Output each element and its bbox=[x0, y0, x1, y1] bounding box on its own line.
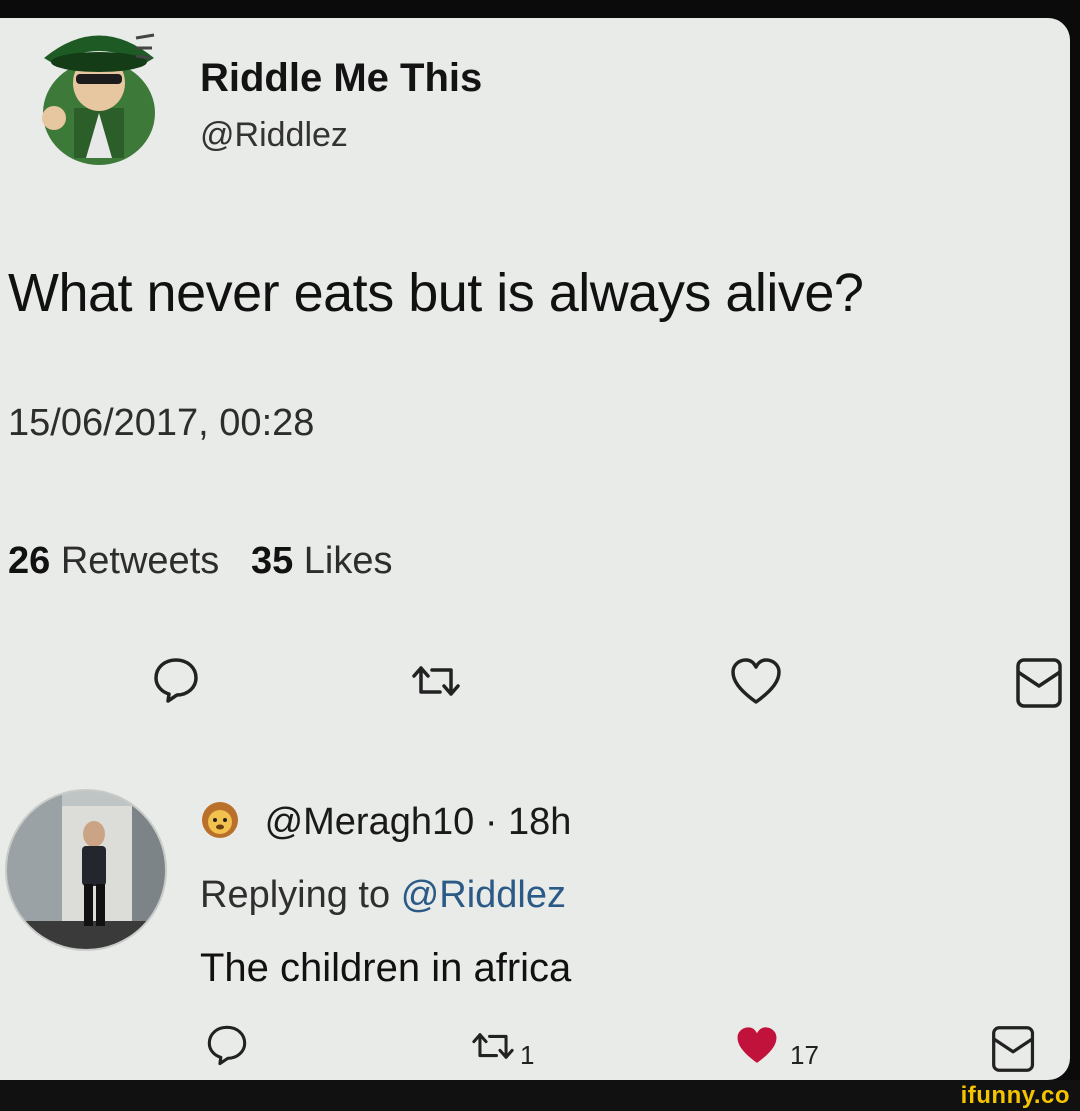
message-icon bbox=[992, 1026, 1035, 1072]
reply-handle[interactable]: @Meragh10 bbox=[265, 801, 475, 843]
watermark-bar bbox=[0, 1080, 1080, 1111]
replying-to-link[interactable]: @Riddlez bbox=[401, 874, 566, 916]
tweet-stats: 26 Retweets 35 Likes bbox=[8, 540, 393, 583]
tweet-text: What never eats but is always alive? bbox=[8, 263, 864, 323]
reply-retweet-button[interactable] bbox=[468, 1026, 518, 1066]
likes-count[interactable]: 35 bbox=[251, 540, 293, 582]
reply-avatar[interactable] bbox=[2, 786, 170, 959]
retweet-icon bbox=[472, 1033, 514, 1059]
tweet-card: Riddle Me This @Riddlez What never eats … bbox=[0, 18, 1070, 1080]
message-icon bbox=[1016, 658, 1062, 708]
reply-message-button[interactable] bbox=[990, 1024, 1038, 1074]
tweet-timestamp[interactable]: 15/06/2017, 00:28 bbox=[8, 402, 314, 445]
retweet-button[interactable] bbox=[408, 658, 464, 704]
reply-button[interactable] bbox=[150, 654, 202, 706]
reply-reply-button[interactable] bbox=[204, 1022, 250, 1068]
message-button[interactable] bbox=[1014, 656, 1066, 710]
replying-to-line: Replying to @Riddlez bbox=[200, 874, 566, 917]
reply-text: The children in africa bbox=[200, 946, 572, 990]
person-photo-avatar-icon bbox=[5, 789, 167, 951]
lion-emoji-icon bbox=[200, 800, 240, 850]
retweet-icon bbox=[412, 666, 460, 696]
reply-icon bbox=[154, 658, 198, 703]
like-icon bbox=[731, 658, 781, 704]
reply-icon bbox=[207, 1025, 247, 1066]
reply-like-button[interactable] bbox=[732, 1024, 782, 1068]
watermark-logo: ifunny.co bbox=[960, 1082, 1070, 1109]
replying-prefix: Replying to bbox=[200, 874, 391, 916]
author-handle[interactable]: @Riddlez bbox=[200, 116, 348, 155]
reply-separator: · bbox=[484, 801, 498, 843]
reply-like-count[interactable]: 17 bbox=[790, 1040, 819, 1071]
retweets-label[interactable]: Retweets bbox=[61, 540, 219, 582]
liked-heart-icon bbox=[737, 1027, 777, 1063]
reply-user-line: @Meragh10 · 18h bbox=[200, 800, 571, 850]
author-name[interactable]: Riddle Me This bbox=[200, 56, 482, 101]
author-avatar[interactable] bbox=[24, 18, 174, 173]
reply-age[interactable]: 18h bbox=[508, 801, 571, 843]
like-button[interactable] bbox=[728, 656, 784, 708]
reply-retweet-count[interactable]: 1 bbox=[520, 1040, 534, 1071]
riddler-avatar-icon bbox=[42, 33, 155, 165]
likes-label[interactable]: Likes bbox=[304, 540, 393, 582]
retweets-count[interactable]: 26 bbox=[8, 540, 50, 582]
